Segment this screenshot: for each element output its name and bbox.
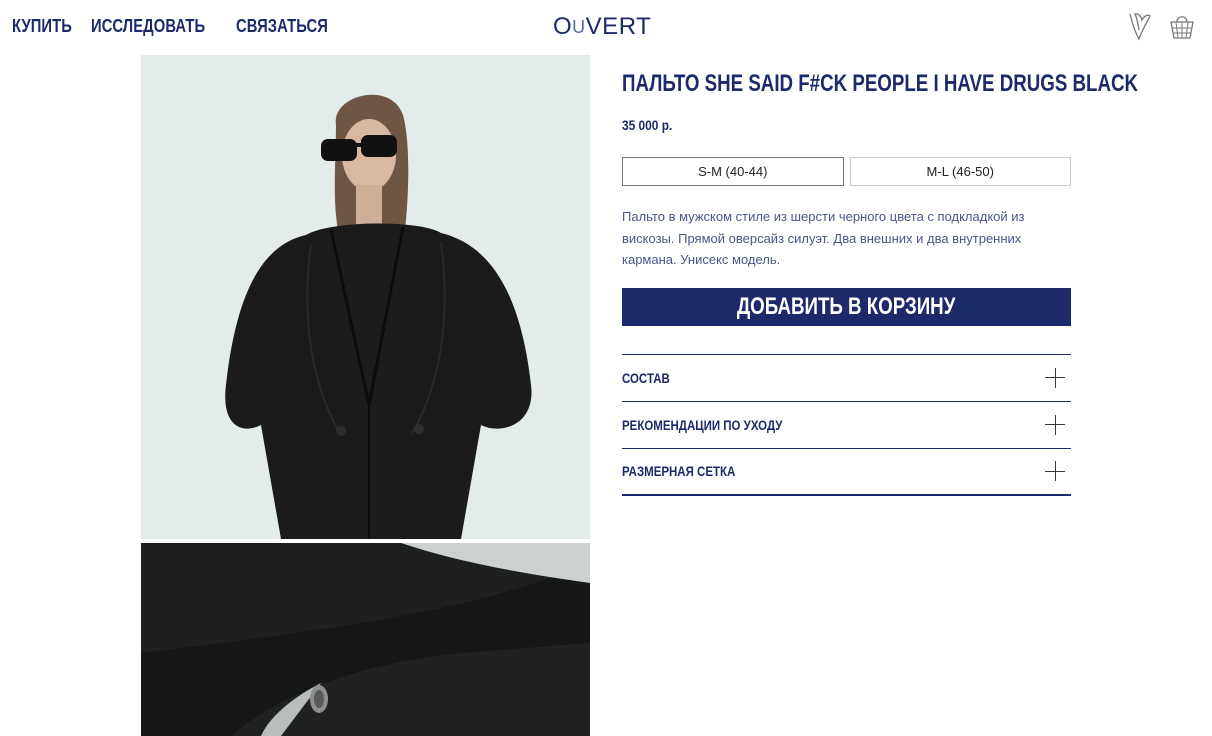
site-logo[interactable]: OUVERT bbox=[553, 13, 651, 41]
plus-icon[interactable] bbox=[1045, 414, 1065, 435]
accordion-label: РЕКОМЕНДАЦИИ ПО УХОДУ bbox=[622, 416, 783, 433]
accordion-care[interactable]: РЕКОМЕНДАЦИИ ПО УХОДУ bbox=[622, 402, 1071, 449]
heart-icon[interactable] bbox=[1126, 10, 1154, 42]
header-icons bbox=[1126, 10, 1196, 42]
add-to-cart-label: ДОБАВИТЬ В КОРЗИНУ bbox=[737, 292, 956, 320]
product-accordion: СОСТАВ РЕКОМЕНДАЦИИ ПО УХОДУ РАЗМЕРНАЯ С… bbox=[622, 353, 1071, 496]
accordion-label: СОСТАВ bbox=[622, 369, 670, 386]
size-selector: S-M (40-44) M-L (46-50) bbox=[622, 157, 1071, 186]
product-price: 35 000 р. bbox=[622, 117, 673, 133]
nav-explore[interactable]: ИССЛЕДОВАТЬ bbox=[91, 16, 205, 37]
product-description: Пальто в мужском стиле из шерсти черного… bbox=[622, 209, 1025, 267]
plus-icon[interactable] bbox=[1045, 367, 1065, 388]
coat-closeup bbox=[141, 543, 590, 736]
accordion-label: РАЗМЕРНАЯ СЕТКА bbox=[622, 463, 736, 479]
accordion-composition[interactable]: СОСТАВ bbox=[622, 355, 1071, 402]
main-nav: КУПИТЬ ИССЛЕДОВАТЬ СВЯЗАТЬСЯ bbox=[12, 16, 338, 37]
accordion-size-chart[interactable]: РАЗМЕРНАЯ СЕТКА bbox=[622, 449, 1071, 496]
product-photo-main[interactable] bbox=[141, 55, 590, 539]
size-option-m-l[interactable]: M-L (46-50) bbox=[849, 157, 1071, 186]
logo-text-right: VERT bbox=[585, 13, 652, 40]
basket-icon[interactable] bbox=[1168, 10, 1196, 42]
product-info: ПАЛЬТО SHE SAID F#CK PEOPLE I HAVE DRUGS… bbox=[622, 70, 1139, 496]
nav-contact[interactable]: СВЯЗАТЬСЯ bbox=[236, 16, 328, 37]
product-title: ПАЛЬТО SHE SAID F#CK PEOPLE I HAVE DRUGS… bbox=[622, 70, 1139, 97]
plus-icon[interactable] bbox=[1045, 461, 1065, 481]
model-photo bbox=[141, 55, 590, 539]
product-photo-detail[interactable] bbox=[141, 543, 590, 736]
logo-text-left: O bbox=[553, 13, 573, 40]
size-option-s-m[interactable]: S-M (40-44) bbox=[622, 157, 844, 186]
nav-buy[interactable]: КУПИТЬ bbox=[12, 16, 72, 37]
logo-text-mid: U bbox=[572, 17, 586, 37]
add-to-cart-button[interactable]: ДОБАВИТЬ В КОРЗИНУ bbox=[622, 287, 1071, 326]
